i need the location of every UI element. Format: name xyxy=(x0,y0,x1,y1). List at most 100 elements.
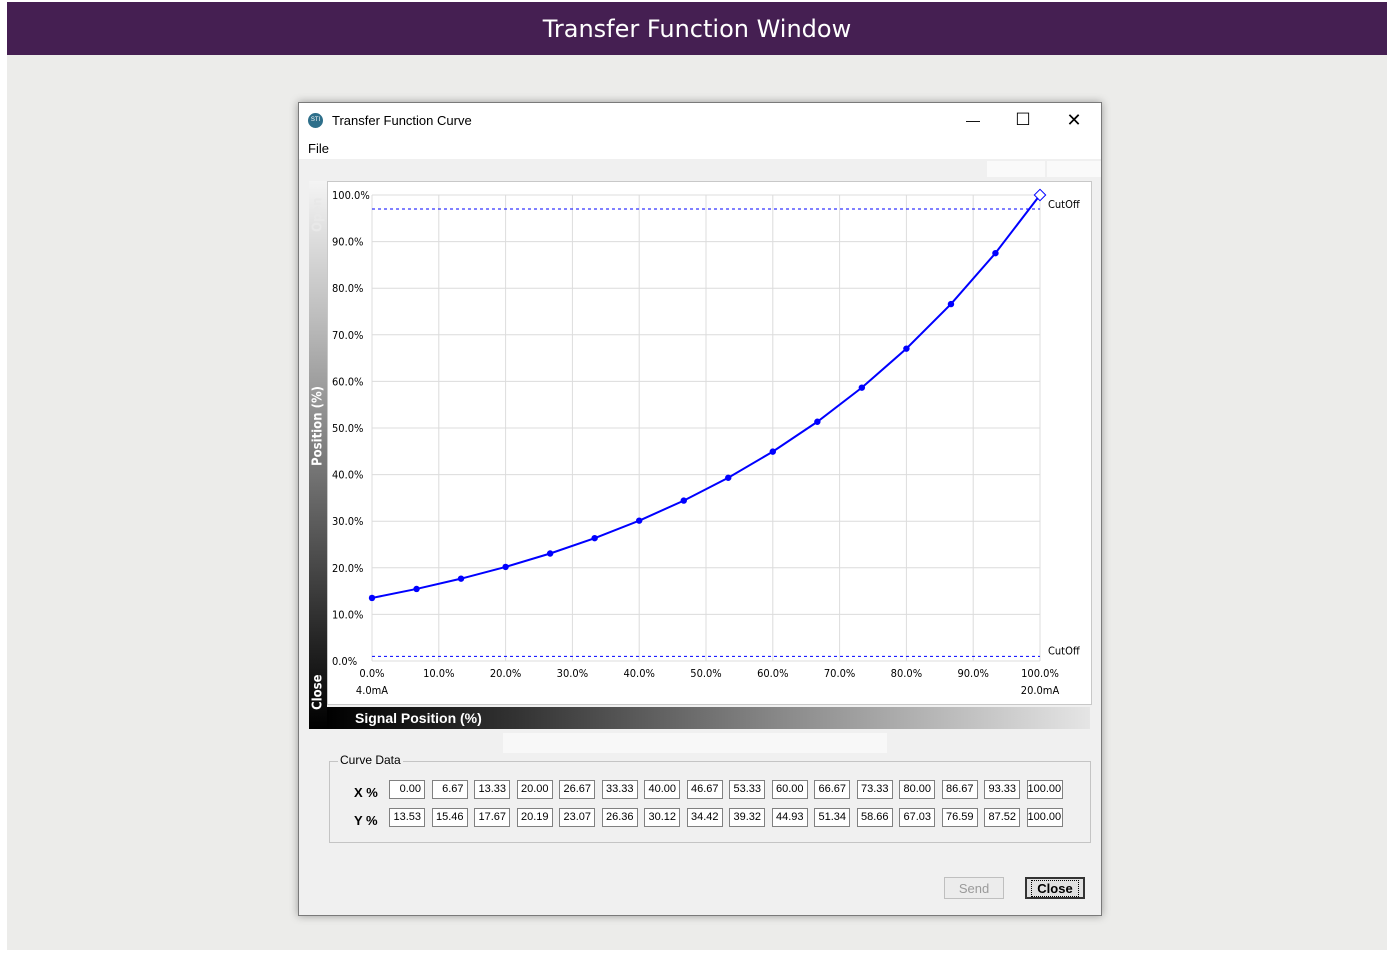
x-tick-label: 40.0% xyxy=(623,667,654,680)
y-tick-label: 60.0% xyxy=(332,375,363,388)
curve-data-point xyxy=(725,474,732,481)
y-value-cell[interactable]: 15.46 xyxy=(431,808,468,827)
transfer-curve-chart[interactable]: 0.0% 10.0% 20.0% 30.0% 40.0% 50.0% 60.0% 70.0% 8… xyxy=(328,182,1091,704)
curve-data-legend: Curve Data xyxy=(338,753,403,767)
curve-data-point xyxy=(368,594,376,602)
curve-data-point xyxy=(413,585,420,593)
x-value-cell[interactable]: 100.00 xyxy=(1026,780,1063,799)
x-value-cell[interactable]: 60.00 xyxy=(771,780,808,799)
y-value-cell[interactable]: 34.42 xyxy=(686,808,723,827)
y-value-cell[interactable]: 100.00 xyxy=(1026,808,1063,827)
maximize-icon: ☐ xyxy=(1015,110,1031,129)
curve-data-point xyxy=(680,497,687,504)
y-value-cell[interactable]: 76.59 xyxy=(941,808,978,827)
y-value-cell[interactable]: 20.19 xyxy=(516,808,553,827)
y-tick-label: 10.0% xyxy=(332,608,363,621)
curve-data-point xyxy=(947,300,955,308)
title-bar[interactable]: STI Transfer Function Curve — ☐ ✕ xyxy=(299,103,1101,137)
chart-area[interactable]: 0.0% 10.0% 20.0% 30.0% 40.0% 50.0% 60.0% 70.0% 8… xyxy=(327,181,1092,705)
x-tick-label: 80.0% xyxy=(891,667,922,680)
x-axis-title: Signal Position (%) xyxy=(355,710,482,726)
x-value-cell[interactable]: 53.33 xyxy=(729,780,765,799)
y-value-cell[interactable]: 67.03 xyxy=(899,808,935,827)
y-tick-label: 0.0% xyxy=(332,655,357,668)
y-value-cell[interactable]: 23.07 xyxy=(559,808,595,827)
y-row-label: Y % xyxy=(354,813,378,828)
x-tick-label: 20.0% xyxy=(490,667,521,680)
x-value-cell[interactable]: 13.33 xyxy=(474,780,510,799)
x-sublabel-left: 4.0mA xyxy=(356,684,388,697)
curve-data-point xyxy=(591,534,598,542)
y-value-cell[interactable]: 17.67 xyxy=(474,808,510,827)
x-value-cell[interactable]: 26.67 xyxy=(559,780,595,799)
curve-data-point xyxy=(992,249,999,257)
y-tick-label: 50.0% xyxy=(332,422,363,435)
x-tick-label: 10.0% xyxy=(423,667,454,680)
curve-data-point xyxy=(636,517,643,524)
x-sublabel-right: 20.0mA xyxy=(1021,684,1060,697)
close-button[interactable]: Close xyxy=(1025,877,1085,899)
banner-title: Transfer Function Window xyxy=(542,14,852,43)
menu-file[interactable]: File xyxy=(308,141,329,156)
y-value-cell[interactable]: 58.66 xyxy=(856,808,893,827)
x-value-cell[interactable]: 6.67 xyxy=(431,780,468,799)
x-value-cell[interactable]: 66.67 xyxy=(814,780,850,799)
curve-data-point xyxy=(858,384,866,391)
curve-data-point xyxy=(457,575,465,582)
window-title: Transfer Function Curve xyxy=(332,113,472,128)
x-value-cell[interactable]: 20.00 xyxy=(516,780,553,799)
curve-data-point xyxy=(769,448,776,455)
y-axis-gradient-bar: Open Position (%) Close xyxy=(309,181,327,729)
x-value-cell[interactable]: 33.33 xyxy=(601,780,638,799)
minimize-icon: — xyxy=(966,112,980,128)
y-tick-label: 100.0% xyxy=(332,189,370,202)
x-tick-label: 50.0% xyxy=(690,667,721,680)
page-banner: Transfer Function Window xyxy=(7,2,1387,55)
status-panel xyxy=(987,161,1045,177)
curve-data-point xyxy=(502,563,509,571)
lower-cutoff-label: CutOff xyxy=(1048,644,1081,657)
x-tick-label: 100.0% xyxy=(1021,667,1059,680)
maximize-button[interactable]: ☐ xyxy=(999,103,1047,137)
x-tick-label: 70.0% xyxy=(824,667,855,680)
toolbar-strip xyxy=(299,159,1101,179)
x-row-label: X % xyxy=(354,785,378,800)
x-axis-gradient-bar: Signal Position (%) xyxy=(327,707,1090,729)
x-value-cell[interactable]: 0.00 xyxy=(389,780,425,799)
upper-cutoff-label: CutOff xyxy=(1048,198,1081,211)
curve-data-point xyxy=(546,550,554,557)
x-value-cell[interactable]: 46.67 xyxy=(686,780,723,799)
y-tick-label: 30.0% xyxy=(332,515,363,528)
menu-bar: File xyxy=(299,137,1101,159)
y-value-cell[interactable]: 13.53 xyxy=(389,808,425,827)
y-value-cell[interactable]: 39.32 xyxy=(729,808,765,827)
y-tick-label: 90.0% xyxy=(332,236,363,249)
minimize-button[interactable]: — xyxy=(949,103,997,137)
transfer-function-window: STI Transfer Function Curve — ☐ ✕ File O… xyxy=(298,102,1102,916)
x-value-cell[interactable]: 80.00 xyxy=(899,780,935,799)
y-value-cell[interactable]: 30.12 xyxy=(644,808,680,827)
scroll-panel xyxy=(503,733,887,753)
y-axis-close-label: Close xyxy=(310,674,326,710)
curve-data-point xyxy=(814,418,821,425)
y-tick-label: 40.0% xyxy=(332,469,363,482)
y-value-cell[interactable]: 87.52 xyxy=(984,808,1020,827)
close-icon: ✕ xyxy=(1066,109,1082,130)
close-button-label: Close xyxy=(1031,879,1079,897)
send-button[interactable]: Send xyxy=(944,877,1004,899)
status-panel xyxy=(1047,161,1101,177)
x-value-cell[interactable]: 93.33 xyxy=(984,780,1020,799)
curve-data-group: Curve Data X % Y % 0.00 6.67 13.33 20.00 26.… xyxy=(329,753,1091,843)
x-value-cell[interactable]: 40.00 xyxy=(644,780,680,799)
close-window-button[interactable]: ✕ xyxy=(1050,103,1098,137)
y-value-cell[interactable]: 44.93 xyxy=(771,808,808,827)
x-value-cell[interactable]: 73.33 xyxy=(856,780,893,799)
x-value-cell[interactable]: 86.67 xyxy=(941,780,978,799)
x-tick-label: 0.0% xyxy=(359,667,384,680)
y-value-cell[interactable]: 51.34 xyxy=(814,808,850,827)
y-value-cell[interactable]: 26.36 xyxy=(601,808,638,827)
app-icon: STI xyxy=(308,113,323,128)
x-tick-label: 60.0% xyxy=(757,667,788,680)
curve-data-point xyxy=(903,345,910,352)
y-tick-label: 70.0% xyxy=(332,329,363,342)
